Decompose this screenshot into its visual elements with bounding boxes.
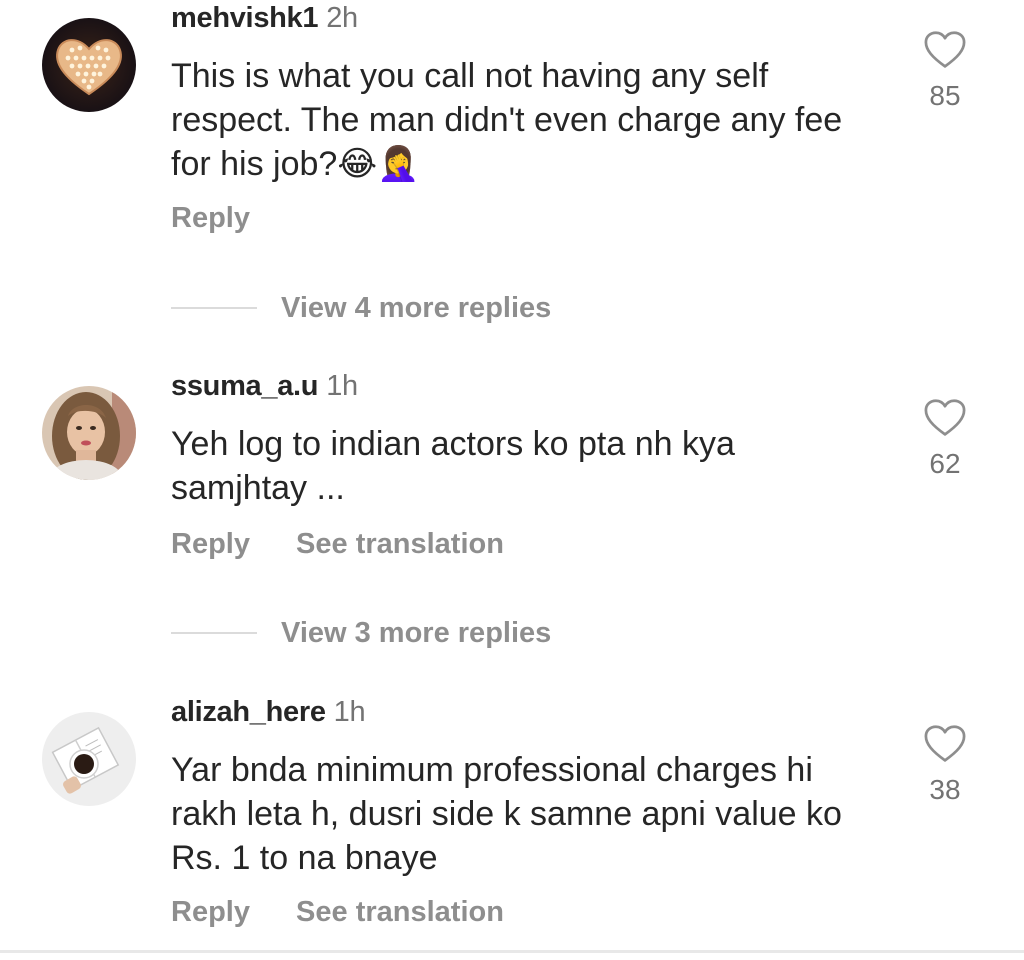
- timestamp: 2h: [326, 2, 358, 34]
- comment-header: alizah_here 1h: [171, 696, 366, 729]
- comment-actions: Reply: [171, 202, 288, 235]
- comment-header: mehvishk1 2h: [171, 2, 358, 35]
- comment-text: Yar bnda minimum professional charges hi…: [171, 751, 842, 877]
- see-translation-button[interactable]: See translation: [296, 528, 504, 561]
- comment-actions: Reply See translation: [171, 896, 542, 929]
- comment-text: Yeh log to indian actors ko pta nh kya s…: [171, 425, 735, 507]
- reply-button[interactable]: Reply: [171, 896, 250, 929]
- woman-portrait-avatar-icon: [42, 386, 136, 480]
- like-count: 62: [929, 448, 961, 479]
- timestamp: 1h: [333, 696, 366, 728]
- view-replies[interactable]: View 3 more replies: [171, 616, 551, 650]
- username[interactable]: alizah_here: [171, 696, 326, 728]
- view-replies-label[interactable]: View 3 more replies: [281, 617, 551, 650]
- like-count: 85: [929, 80, 961, 111]
- timestamp: 1h: [326, 370, 358, 402]
- comment-feed: mehvishk1 2h This is what you call not ha…: [0, 0, 1024, 960]
- heart-outline-icon[interactable]: [923, 398, 967, 438]
- reply-button[interactable]: Reply: [171, 528, 250, 561]
- comment-header: ssuma_a.u 1h: [171, 370, 358, 403]
- avatar[interactable]: [42, 18, 136, 112]
- username[interactable]: mehvishk1: [171, 2, 319, 34]
- see-translation-button[interactable]: See translation: [296, 896, 504, 929]
- bottom-divider: [0, 950, 1024, 953]
- like-column: 62: [918, 398, 972, 480]
- coffee-cup-avatar-icon: [42, 712, 136, 806]
- avatar[interactable]: [42, 712, 136, 806]
- heart-marquee-avatar-icon: [42, 18, 136, 112]
- like-column: 85: [918, 30, 972, 112]
- replies-divider: [171, 632, 257, 634]
- avatar[interactable]: [42, 386, 136, 480]
- view-replies[interactable]: View 4 more replies: [171, 291, 551, 325]
- heart-outline-icon[interactable]: [923, 724, 967, 764]
- like-count: 38: [929, 774, 961, 805]
- view-replies-label[interactable]: View 4 more replies: [281, 292, 551, 325]
- reply-button[interactable]: Reply: [171, 202, 250, 235]
- username[interactable]: ssuma_a.u: [171, 370, 319, 402]
- replies-divider: [171, 307, 257, 309]
- comment-text: This is what you call not having any sel…: [171, 57, 843, 183]
- heart-outline-icon[interactable]: [923, 30, 967, 70]
- comment-actions: Reply See translation: [171, 528, 542, 561]
- like-column: 38: [918, 724, 972, 806]
